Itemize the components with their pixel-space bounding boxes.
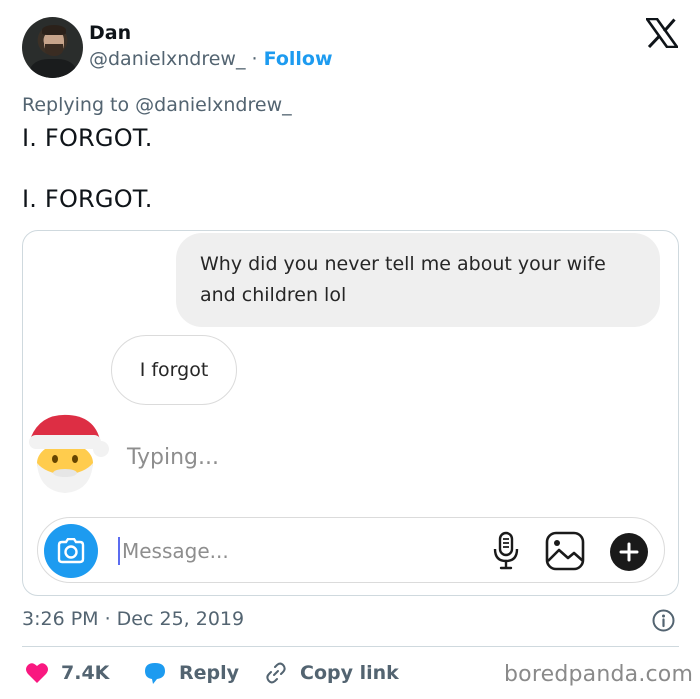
sent-message-bubble: Why did you never tell me about your wif… [176, 233, 660, 327]
author-avatar[interactable] [22, 17, 83, 78]
camera-icon [57, 538, 85, 564]
copy-link-button[interactable]: Copy link [264, 660, 399, 686]
gallery-icon[interactable] [545, 531, 585, 571]
reply-label: Reply [179, 662, 240, 684]
typing-indicator: Typing... [127, 445, 219, 470]
avatar-shirt [30, 59, 76, 78]
avatar-hair [42, 25, 66, 35]
like-count: 7.4K [61, 662, 110, 684]
author-handle-row: @danielxndrew_ · Follow [89, 48, 333, 70]
reply-bubble-icon [145, 663, 165, 684]
camera-button[interactable] [44, 524, 98, 578]
received-message-bubble: I forgot [111, 335, 237, 405]
tweet-text-line-1: I. FORGOT. [22, 124, 153, 152]
watermark: boredpanda.com [504, 662, 694, 687]
author-handle[interactable]: @danielxndrew_ [89, 48, 245, 70]
avatar-beard [45, 44, 63, 56]
message-composer [37, 517, 665, 583]
x-logo-icon[interactable] [646, 18, 678, 48]
handle-separator: · [251, 48, 258, 70]
follow-button[interactable]: Follow [264, 48, 333, 70]
replying-to[interactable]: Replying to @danielxndrew_ [22, 94, 292, 116]
add-button[interactable] [610, 533, 648, 571]
info-icon[interactable] [652, 609, 675, 632]
author-name[interactable]: Dan [89, 22, 131, 44]
microphone-icon[interactable] [492, 531, 520, 571]
copy-link-label: Copy link [300, 662, 399, 684]
santa-emoji-icon [29, 414, 109, 493]
plus-icon [619, 542, 639, 562]
tweet-text-line-2: I. FORGOT. [22, 185, 153, 213]
divider [22, 646, 679, 647]
link-icon [266, 662, 286, 684]
tweet-timestamp[interactable]: 3:26 PM · Dec 25, 2019 [22, 608, 244, 630]
reply-button[interactable]: Reply [143, 660, 239, 686]
like-button[interactable]: 7.4K [25, 660, 109, 686]
message-input[interactable] [118, 537, 458, 565]
attached-image[interactable]: Why did you never tell me about your wif… [22, 230, 679, 596]
heart-icon [26, 663, 48, 683]
